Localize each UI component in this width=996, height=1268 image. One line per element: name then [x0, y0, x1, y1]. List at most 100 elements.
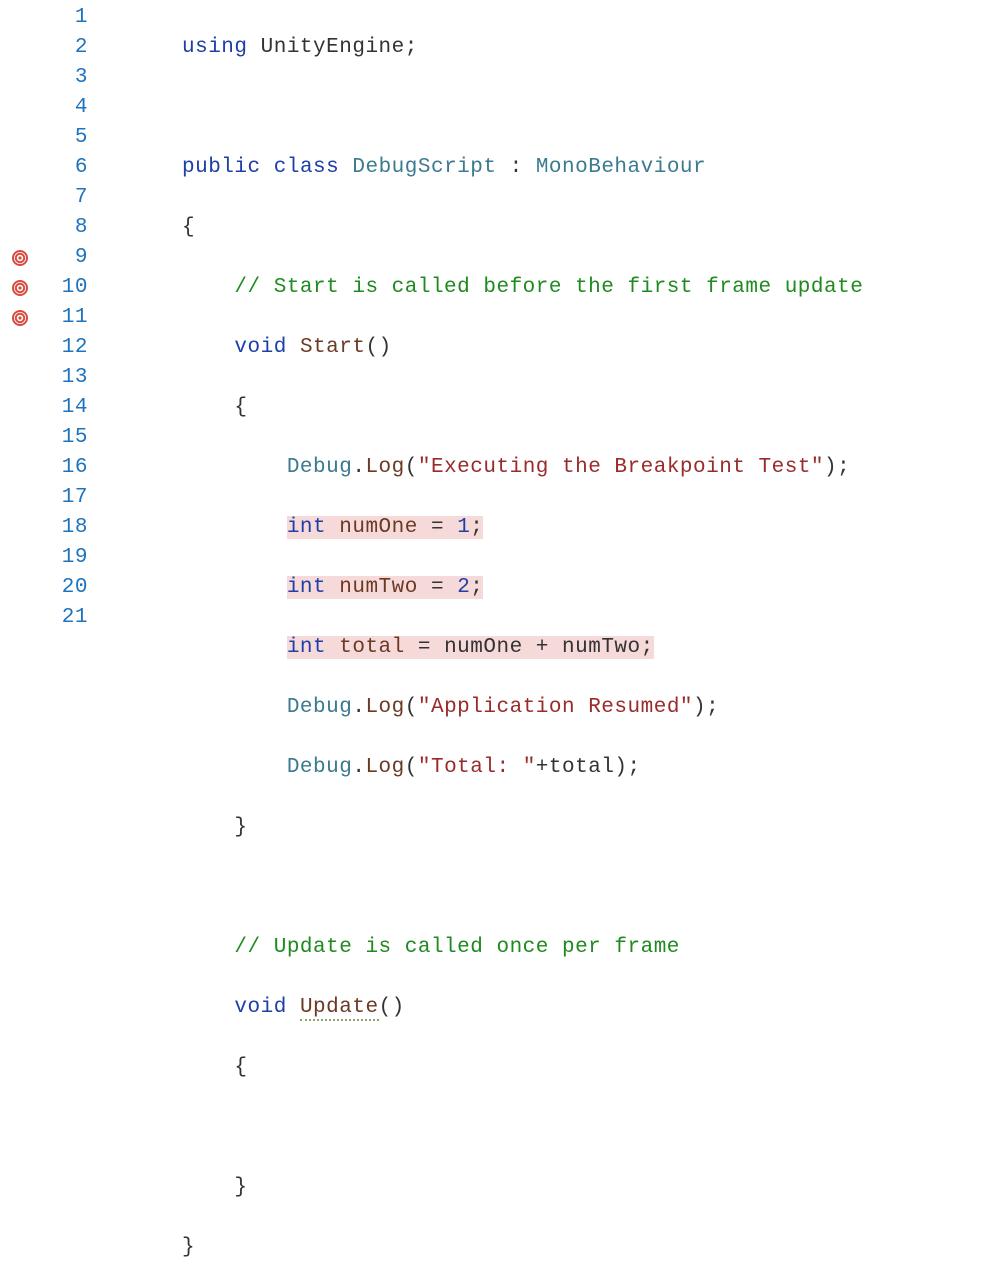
line-number: 16	[40, 453, 88, 483]
line-number: 4	[40, 93, 88, 123]
var-name: numTwo	[339, 576, 418, 599]
line-number: 2	[40, 33, 88, 63]
keyword-int: int	[287, 636, 326, 659]
base-class: MonoBehaviour	[536, 156, 706, 179]
method-log: Log	[365, 696, 404, 719]
bp-slot-6[interactable]	[0, 153, 40, 183]
code-line-13[interactable]: Debug.Log("Total: "+total);	[182, 753, 996, 783]
bp-slot-19[interactable]	[0, 543, 40, 573]
bp-slot-17[interactable]	[0, 483, 40, 513]
breakpoint-icon	[12, 250, 28, 266]
comment: // Start is called before the first fram…	[234, 276, 863, 299]
code-line-8[interactable]: Debug.Log("Executing the Breakpoint Test…	[182, 453, 996, 483]
bp-slot-8[interactable]	[0, 213, 40, 243]
bp-slot-13[interactable]	[0, 363, 40, 393]
bp-slot-2[interactable]	[0, 33, 40, 63]
code-line-7[interactable]: {	[182, 393, 996, 423]
comment: // Update is called once per frame	[234, 936, 679, 959]
code-line-6[interactable]: void Start()	[182, 333, 996, 363]
var-name: numOne	[339, 516, 418, 539]
code-line-2[interactable]	[182, 93, 996, 123]
bp-slot-11[interactable]	[0, 303, 40, 333]
line-number: 3	[40, 63, 88, 93]
code-line-15[interactable]	[182, 873, 996, 903]
code-line-18[interactable]: {	[182, 1053, 996, 1083]
line-number-gutter: 1 2 3 4 5 6 7 8 9 10 11 12 13 14 15 16 1…	[40, 0, 112, 1268]
code-line-5[interactable]: // Start is called before the first fram…	[182, 273, 996, 303]
bp-slot-12[interactable]	[0, 333, 40, 363]
code-line-17[interactable]: void Update()	[182, 993, 996, 1023]
var-ref: numOne	[444, 636, 523, 659]
line-number: 1	[40, 3, 88, 33]
breakpoint-gutter[interactable]	[0, 0, 40, 1268]
bp-slot-1[interactable]	[0, 3, 40, 33]
method-name: Update	[300, 996, 379, 1021]
code-line-12[interactable]: Debug.Log("Application Resumed");	[182, 693, 996, 723]
type-debug: Debug	[287, 696, 353, 719]
string-literal: "Total: "	[418, 756, 536, 779]
line-number: 10	[40, 273, 88, 303]
method-log: Log	[365, 456, 404, 479]
keyword-void: void	[234, 336, 286, 359]
type-debug: Debug	[287, 456, 353, 479]
code-line-16[interactable]: // Update is called once per frame	[182, 933, 996, 963]
class-name: DebugScript	[352, 156, 496, 179]
line-number: 5	[40, 123, 88, 153]
line-number: 7	[40, 183, 88, 213]
bp-slot-5[interactable]	[0, 123, 40, 153]
var-ref: numTwo	[562, 636, 641, 659]
breakpoint-icon	[12, 280, 28, 296]
bp-slot-20[interactable]	[0, 573, 40, 603]
line-number: 8	[40, 213, 88, 243]
string-literal: "Application Resumed"	[418, 696, 693, 719]
code-line-19[interactable]	[182, 1113, 996, 1143]
bp-slot-10[interactable]	[0, 273, 40, 303]
line-number: 12	[40, 333, 88, 363]
bp-slot-3[interactable]	[0, 63, 40, 93]
string-literal: "Executing the Breakpoint Test"	[418, 456, 824, 479]
bp-slot-16[interactable]	[0, 453, 40, 483]
code-line-3[interactable]: public class DebugScript : MonoBehaviour	[182, 153, 996, 183]
var-ref: total	[549, 756, 615, 779]
type-debug: Debug	[287, 756, 353, 779]
namespace: UnityEngine	[261, 36, 405, 59]
line-number: 9	[40, 243, 88, 273]
code-line-14[interactable]: }	[182, 813, 996, 843]
number-literal: 2	[457, 576, 470, 599]
bp-slot-14[interactable]	[0, 393, 40, 423]
code-line-11[interactable]: int total = numOne + numTwo;	[182, 633, 996, 663]
line-number: 19	[40, 543, 88, 573]
method-name: Start	[300, 336, 366, 359]
line-number: 14	[40, 393, 88, 423]
code-line-9[interactable]: int numOne = 1;	[182, 513, 996, 543]
method-log: Log	[365, 756, 404, 779]
line-number: 6	[40, 153, 88, 183]
keyword-void: void	[234, 996, 286, 1019]
keyword-int: int	[287, 516, 326, 539]
line-number: 20	[40, 573, 88, 603]
var-name: total	[339, 636, 405, 659]
bp-slot-4[interactable]	[0, 93, 40, 123]
code-line-10[interactable]: int numTwo = 2;	[182, 573, 996, 603]
code-line-4[interactable]: {	[182, 213, 996, 243]
line-number: 11	[40, 303, 88, 333]
breakpoint-icon	[12, 310, 28, 326]
bp-slot-15[interactable]	[0, 423, 40, 453]
bp-slot-9[interactable]	[0, 243, 40, 273]
bp-slot-7[interactable]	[0, 183, 40, 213]
bp-slot-18[interactable]	[0, 513, 40, 543]
line-number: 21	[40, 603, 88, 633]
line-number: 18	[40, 513, 88, 543]
line-number: 17	[40, 483, 88, 513]
line-number: 13	[40, 363, 88, 393]
keyword-int: int	[287, 576, 326, 599]
keyword-public: public	[182, 156, 261, 179]
code-line-1[interactable]: using UnityEngine;	[182, 33, 996, 63]
code-line-21[interactable]: }	[182, 1233, 996, 1263]
bp-slot-21[interactable]	[0, 603, 40, 633]
line-number: 15	[40, 423, 88, 453]
number-literal: 1	[457, 516, 470, 539]
keyword-class: class	[274, 156, 340, 179]
code-editor[interactable]: using UnityEngine; public class DebugScr…	[112, 0, 996, 1268]
code-line-20[interactable]: }	[182, 1173, 996, 1203]
